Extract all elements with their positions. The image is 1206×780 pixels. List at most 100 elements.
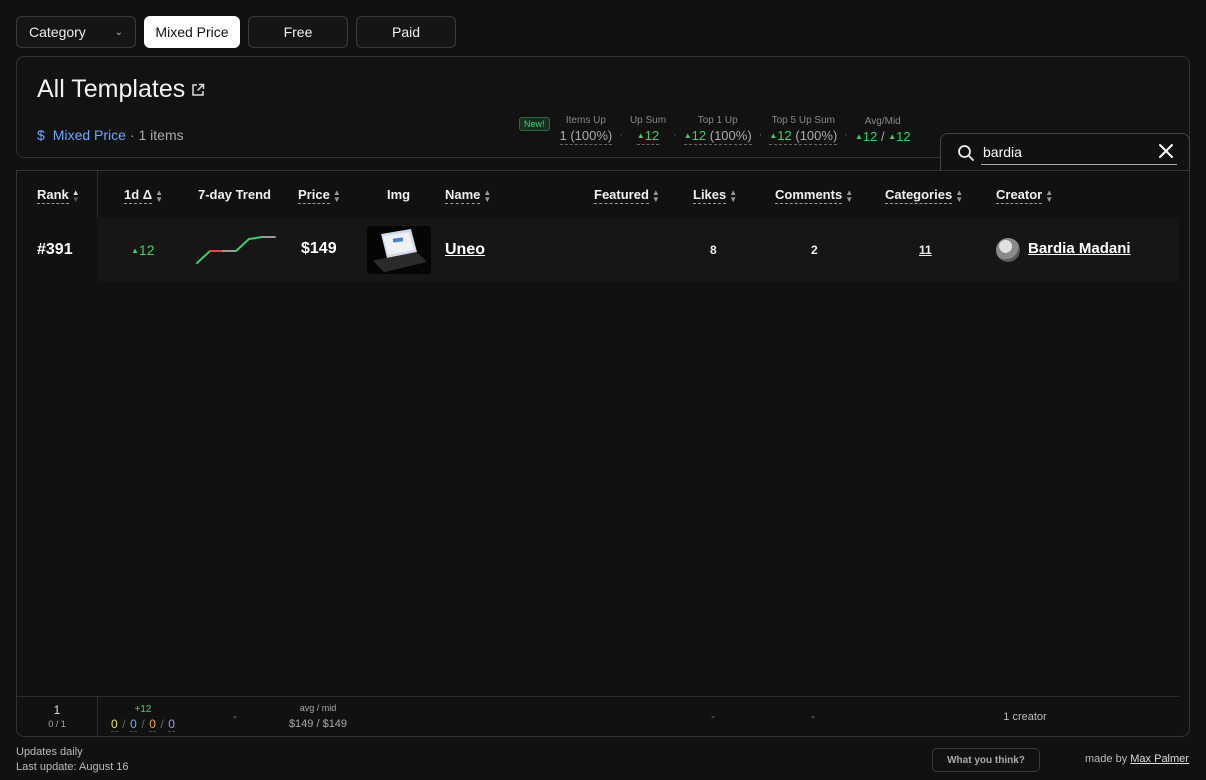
made-by-prefix: made by bbox=[1085, 753, 1128, 765]
template-thumbnail[interactable] bbox=[367, 226, 431, 274]
search-input[interactable] bbox=[981, 140, 1177, 165]
author-link[interactable]: Max Palmer bbox=[1130, 753, 1189, 765]
header-label: Likes bbox=[693, 187, 727, 204]
feedback-button[interactable]: What you think? bbox=[932, 748, 1040, 772]
up-triangle-icon: ▲ bbox=[888, 132, 897, 141]
page-title-text: All Templates bbox=[37, 75, 186, 103]
tab-paid[interactable]: Paid bbox=[356, 16, 456, 48]
stat-avg-mid[interactable]: Avg/Mid ▲12 / ▲12 bbox=[855, 116, 911, 145]
stat-top1-up[interactable]: Top 1 Up ▲12 (100%) bbox=[683, 115, 752, 145]
stat-value: 1 (100%) bbox=[559, 128, 613, 145]
header-featured[interactable]: Featured ▲ ▼ bbox=[594, 187, 660, 204]
footer-comments-dash: - bbox=[811, 711, 815, 723]
up-triangle-icon: ▲ bbox=[683, 131, 692, 140]
likes-value: 8 bbox=[710, 243, 717, 257]
mini-separator: / bbox=[141, 717, 145, 731]
categories-link[interactable]: 11 bbox=[919, 243, 932, 257]
sort-icon: ▲ ▼ bbox=[332, 187, 341, 204]
header-label: 1d Δ bbox=[124, 187, 153, 204]
footer-creator-count: 1 creator bbox=[1003, 711, 1047, 723]
dollar-icon: $ bbox=[37, 127, 45, 143]
delta-value: ▲12 bbox=[131, 242, 155, 258]
mini-stat[interactable]: 0 bbox=[149, 717, 156, 732]
footer-ratio: 0 / 1 bbox=[48, 719, 66, 729]
sort-icon: ▲ ▼ bbox=[1045, 187, 1054, 204]
new-badge: New! bbox=[519, 117, 550, 131]
trend-sparkline bbox=[196, 236, 276, 264]
header-img: Img bbox=[387, 187, 410, 203]
sort-icon: ▲ ▼ bbox=[955, 187, 964, 204]
tab-free[interactable]: Free bbox=[248, 16, 348, 48]
header-label: 7-day Trend bbox=[198, 187, 271, 202]
header-likes[interactable]: Likes ▲ ▼ bbox=[693, 187, 737, 204]
stat-number: 12 bbox=[862, 129, 878, 144]
item-count: · 1 items bbox=[129, 127, 184, 143]
separator-dot: · bbox=[673, 129, 677, 141]
table-footer: 1 0 / 1 +12 0 / 0 / 0 / 0 - avg / mid $1… bbox=[17, 696, 1179, 736]
separator-dot: · bbox=[758, 129, 763, 141]
mini-stat[interactable]: 0 bbox=[168, 717, 175, 732]
stat-label: Avg/Mid bbox=[864, 116, 901, 127]
up-triangle-icon: ▲ bbox=[636, 131, 645, 140]
header-label: Rank bbox=[37, 187, 69, 204]
creator-link[interactable]: Bardia Madani bbox=[1028, 240, 1131, 257]
mini-stat[interactable]: 0 bbox=[111, 717, 118, 732]
stat-number: 12 bbox=[777, 128, 792, 143]
stat-number: 12 bbox=[896, 129, 911, 144]
template-name-link[interactable]: Uneo bbox=[445, 241, 485, 259]
made-by: made by Max Palmer bbox=[1085, 753, 1189, 765]
trend-segment bbox=[235, 238, 250, 252]
delta-number: 12 bbox=[138, 242, 155, 258]
header-label: Price bbox=[298, 187, 330, 204]
stat-separator: / bbox=[880, 129, 885, 144]
stat-value: ▲12 bbox=[636, 128, 660, 145]
separator-dot: · bbox=[619, 129, 623, 141]
search-icon bbox=[958, 144, 974, 161]
stat-value: ▲12 / ▲12 bbox=[855, 129, 911, 145]
table-row[interactable]: ▲12 $149 Uneo 8 2 11 Bardia Madani bbox=[97, 218, 1179, 282]
header-price[interactable]: Price ▲ ▼ bbox=[298, 187, 341, 204]
stat-label: Up Sum bbox=[629, 115, 667, 126]
sort-icon: ▲ ▼ bbox=[845, 187, 854, 204]
header-rank[interactable]: Rank ▲ ▼ bbox=[37, 187, 80, 204]
header-comments[interactable]: Comments ▲ ▼ bbox=[775, 187, 853, 204]
close-icon[interactable] bbox=[1157, 142, 1175, 160]
trend-segment bbox=[196, 250, 211, 264]
header-categories[interactable]: Categories ▲ ▼ bbox=[885, 187, 963, 204]
footer-mini-stats: 0 / 0 / 0 / 0 bbox=[111, 717, 175, 732]
mini-stat[interactable]: 0 bbox=[130, 717, 137, 732]
footer-avg-label: avg / mid bbox=[299, 703, 337, 713]
stat-number: 12 bbox=[644, 128, 660, 143]
header-name[interactable]: Name ▲ ▼ bbox=[445, 187, 491, 204]
mini-separator: / bbox=[160, 717, 164, 731]
stat-up-sum[interactable]: Up Sum ▲12 bbox=[630, 115, 666, 145]
price-type-label: Mixed Price bbox=[52, 127, 126, 143]
filter-bar: Category ⌄ Mixed Price Free Paid bbox=[16, 16, 456, 48]
stat-pct: (100%) bbox=[795, 128, 838, 143]
column-divider bbox=[97, 696, 98, 736]
stat-top5-up[interactable]: Top 5 Up Sum ▲12 (100%) bbox=[769, 115, 838, 145]
updates-frequency: Updates daily bbox=[16, 746, 83, 758]
rank-value: #391 bbox=[37, 241, 73, 258]
category-dropdown[interactable]: Category ⌄ bbox=[16, 16, 136, 48]
sort-icon: ▲ ▼ bbox=[155, 187, 164, 204]
sort-icon: ▲ ▼ bbox=[729, 187, 738, 204]
stat-items-up[interactable]: Items Up 1 (100%) bbox=[559, 115, 613, 145]
stat-label: Items Up bbox=[565, 115, 606, 126]
page-title[interactable]: All Templates bbox=[37, 75, 205, 104]
header-label: Featured bbox=[594, 187, 649, 204]
sort-icon: ▲ ▼ bbox=[71, 187, 80, 204]
sort-icon: ▲ ▼ bbox=[651, 187, 660, 204]
footer-likes-dash: - bbox=[711, 711, 715, 723]
separator-dot: · bbox=[844, 129, 848, 141]
stats-bar: New! Items Up 1 (100%) · Up Sum ▲12 · To… bbox=[519, 115, 911, 145]
tab-mixed-price[interactable]: Mixed Price bbox=[144, 16, 240, 48]
update-info: Updates daily Last update: August 16 bbox=[16, 745, 129, 775]
header-label: Img bbox=[387, 187, 411, 202]
header-delta[interactable]: 1d Δ ▲ ▼ bbox=[124, 187, 163, 204]
chevron-down-icon: ⌄ bbox=[114, 26, 123, 38]
external-link-icon[interactable] bbox=[191, 83, 205, 97]
header-creator[interactable]: Creator ▲ ▼ bbox=[996, 187, 1053, 204]
up-triangle-icon: ▲ bbox=[854, 132, 863, 141]
footer-trend-dash: - bbox=[233, 711, 237, 723]
